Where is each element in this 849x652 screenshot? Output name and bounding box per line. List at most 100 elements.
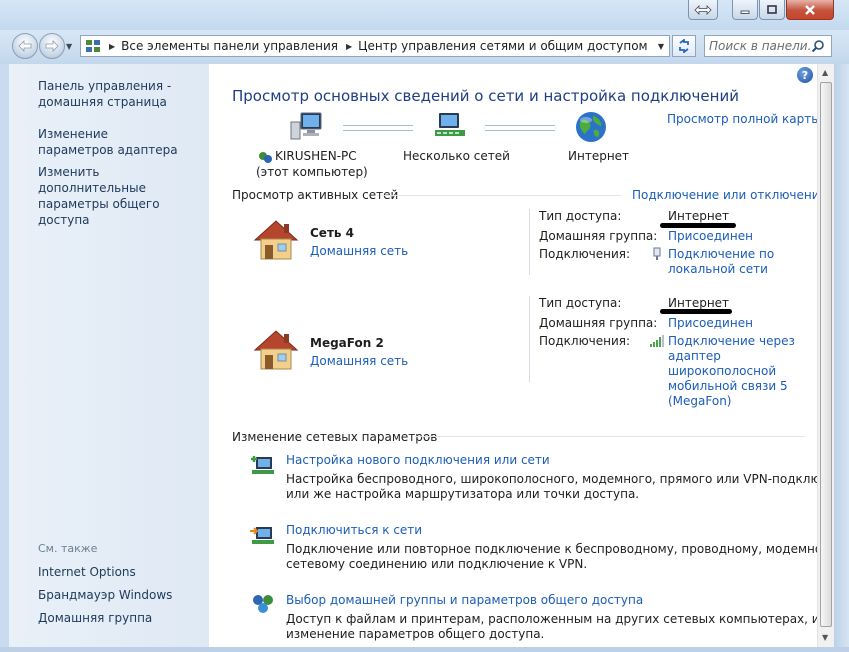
crumb-separator[interactable]: ▶ (109, 42, 115, 51)
map-computer-sub: (этот компьютер) (256, 165, 368, 179)
redaction-mark (660, 309, 732, 314)
connection-link-line[interactable]: Подключение через (668, 334, 795, 349)
task-description-line: Подключение или повторное подключение к … (286, 542, 817, 556)
window-bottom-edge (0, 647, 849, 652)
network-type-link[interactable]: Домашняя сеть (310, 244, 408, 258)
task-description-line: сетевому соединению или подключение к VP… (286, 557, 588, 571)
connection-link-line[interactable]: адаптер (668, 349, 795, 364)
refresh-icon (679, 39, 689, 53)
this-computer-icon[interactable] (289, 110, 323, 142)
multiple-networks-icon[interactable] (433, 110, 467, 142)
connections-label: Подключения: (539, 334, 631, 348)
ethernet-connection-icon (651, 247, 663, 261)
refresh-button[interactable] (672, 35, 696, 57)
maximize-icon (767, 4, 777, 14)
vertical-scrollbar[interactable]: ▲ ▼ (817, 64, 834, 647)
internet-globe-icon[interactable] (574, 110, 608, 144)
address-dropdown-icon[interactable]: ▼ (658, 42, 664, 51)
access-type-label: Тип доступа: (539, 209, 622, 223)
change-settings-heading: Изменение сетевых параметров (232, 430, 438, 444)
map-connector-line (485, 125, 555, 131)
view-full-map-link[interactable]: Просмотр полной карты (667, 112, 817, 126)
task-description-line: изменение параметров общего доступа. (286, 627, 545, 641)
forward-button[interactable] (39, 33, 65, 59)
see-also-internet-options[interactable]: Internet Options (38, 564, 136, 580)
back-button[interactable] (12, 33, 38, 59)
section-divider (415, 436, 805, 437)
connection-link-line[interactable]: широкополосной (668, 364, 795, 379)
address-bar[interactable]: ▶ Все элементы панели управления ▶ Центр… (80, 35, 670, 57)
connection-link[interactable]: Подключение по локальной сети (668, 247, 774, 277)
task-homegroup-sharing-link[interactable]: Выбор домашней группы и параметров общег… (286, 593, 643, 607)
sidebar-advanced-sharing-link[interactable]: Изменить дополнительные параметры общего… (38, 164, 208, 228)
connection-link-line[interactable]: локальной сети (668, 262, 774, 277)
new-connection-icon (250, 453, 276, 477)
search-icon[interactable] (811, 39, 825, 53)
see-also-homegroup[interactable]: Домашняя группа (38, 610, 152, 626)
homegroup-label: Домашняя группа: (539, 316, 658, 330)
window-edge (834, 64, 849, 647)
task-description: Доступ к файлам и принтерам, расположенн… (286, 612, 817, 642)
connections-label: Подключения: (539, 247, 631, 261)
access-type-value: Интернет (668, 296, 730, 310)
main-content: ? Просмотр основных сведений о сети и на… (209, 64, 817, 647)
minimize-icon (740, 10, 750, 14)
close-icon (805, 4, 815, 15)
map-multiple-networks-label: Несколько сетей (403, 149, 510, 163)
history-dropdown[interactable]: ▼ (66, 42, 72, 51)
redaction-mark (660, 223, 736, 228)
scroll-up-arrow[interactable]: ▲ (822, 68, 828, 77)
minimize-button[interactable] (732, 0, 758, 20)
network-name: Сеть 4 (310, 226, 355, 240)
breadcrumb-all-control-panel[interactable]: Все элементы панели управления (121, 39, 338, 53)
task-connect-network-link[interactable]: Подключиться к сети (286, 523, 422, 537)
restore-arrows-button[interactable] (688, 0, 718, 20)
network-type-link[interactable]: Домашняя сеть (310, 354, 408, 368)
crumb-separator[interactable]: ▶ (346, 42, 352, 51)
scroll-down-arrow[interactable]: ▼ (822, 633, 828, 642)
task-description-line: Доступ к файлам и принтерам, расположенн… (286, 612, 817, 626)
page-title: Просмотр основных сведений о сети и наст… (232, 87, 739, 105)
task-description: Настройка беспроводного, широкополосного… (286, 472, 817, 502)
see-also-firewall[interactable]: Брандмауэр Windows (38, 587, 172, 603)
homegroup-link[interactable]: Присоединен (668, 229, 753, 243)
access-type-value: Интернет (668, 209, 730, 223)
signal-bars-icon (650, 335, 664, 347)
task-new-connection-link[interactable]: Настройка нового подключения или сети (286, 453, 550, 467)
help-icon: ? (801, 68, 809, 82)
sidebar-home-link[interactable]: Панель управления - домашняя страница (38, 78, 178, 110)
sidebar: Панель управления - домашняя страница Из… (9, 64, 209, 647)
computer-status-icon (258, 150, 272, 164)
help-button[interactable]: ? (797, 67, 813, 83)
connect-disconnect-link[interactable]: Подключение или отключение (632, 188, 817, 202)
connection-link-line[interactable]: (MegaFon) (668, 394, 795, 409)
connection-link-line[interactable]: мобильной связи 5 (668, 379, 795, 394)
control-panel-icon (85, 38, 101, 54)
access-type-label: Тип доступа: (539, 296, 622, 310)
network-divider (529, 296, 530, 382)
connection-link-line[interactable]: Подключение по (668, 247, 774, 262)
title-bar (0, 0, 849, 30)
search-input[interactable] (709, 39, 811, 53)
homegroup-sharing-icon (250, 592, 276, 616)
back-arrow-icon (18, 40, 32, 52)
forward-arrow-icon (45, 40, 59, 52)
navigation-bar: ▼ ▶ Все элементы панели управления ▶ Цен… (0, 30, 849, 64)
connection-link[interactable]: Подключение через адаптер широкополосной… (668, 334, 795, 409)
close-button[interactable] (786, 0, 834, 20)
breadcrumb-network-center[interactable]: Центр управления сетями и общим доступом (358, 39, 647, 53)
scrollbar-thumb[interactable] (820, 82, 832, 627)
search-box[interactable] (704, 35, 832, 57)
map-internet-label: Интернет (568, 149, 630, 163)
maximize-button[interactable] (759, 0, 785, 20)
sidebar-adapter-settings-link[interactable]: Изменение параметров адаптера (38, 126, 178, 158)
connect-network-icon (250, 523, 276, 547)
double-arrow-icon (694, 4, 712, 15)
homegroup-link[interactable]: Присоединен (668, 316, 753, 330)
home-network-icon (251, 218, 301, 262)
task-description-line: или же настройка маршрутизатора или точк… (286, 487, 640, 501)
home-network-icon (251, 328, 301, 372)
task-description-line: Настройка беспроводного, широкополосного… (286, 472, 817, 486)
section-divider (381, 195, 621, 196)
map-connector-line (343, 125, 413, 131)
